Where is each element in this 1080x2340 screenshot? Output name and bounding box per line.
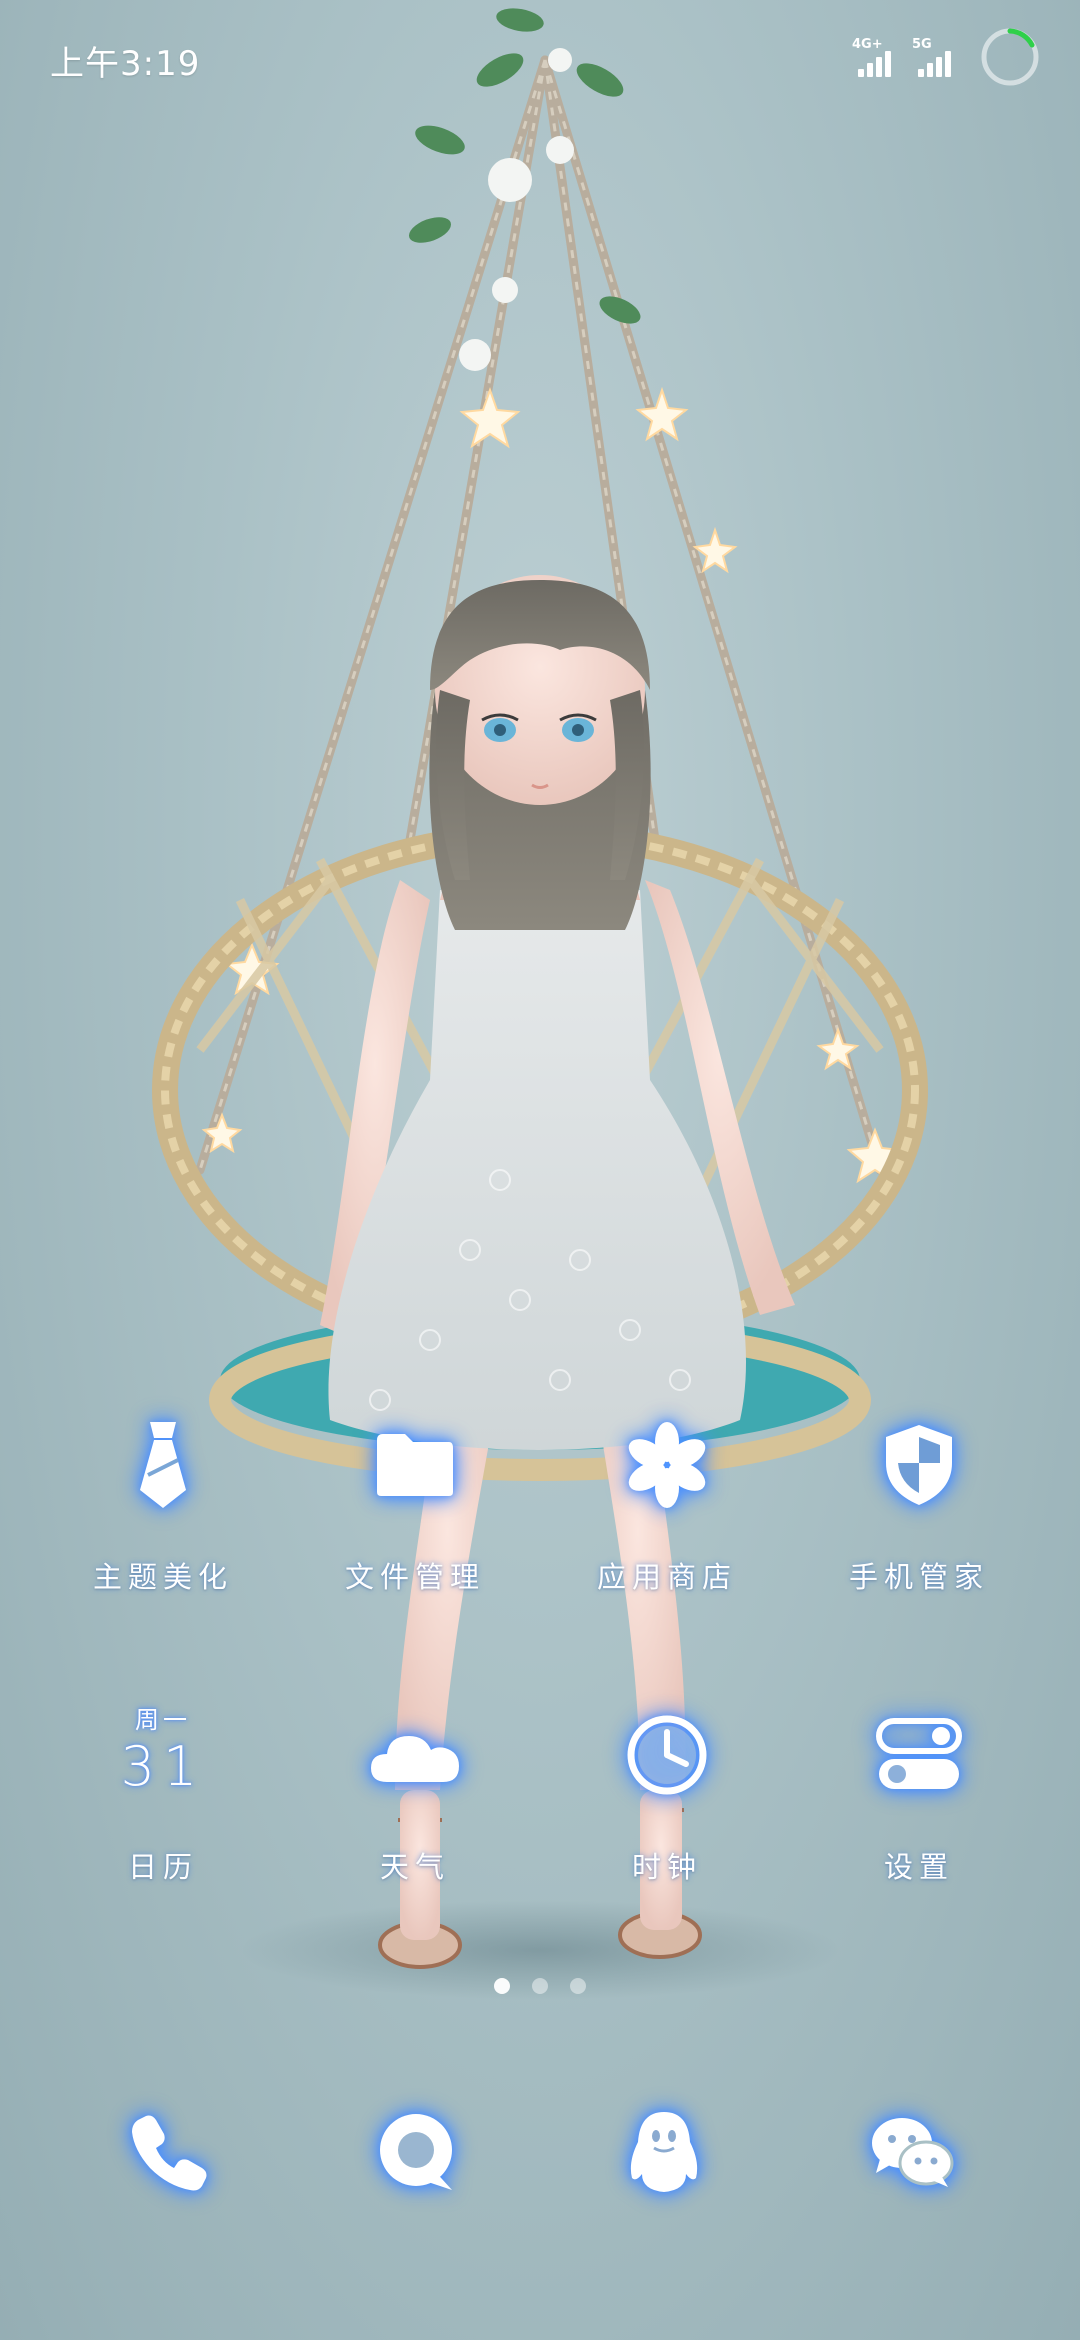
app-label-phone-manager: 手机管家 [848, 1560, 989, 1594]
dock-qq[interactable] [594, 2082, 734, 2222]
shield-icon [864, 1410, 974, 1520]
app-theme[interactable]: 主题美化 [53, 1410, 273, 1596]
app-file-manager[interactable]: 文件管理 [305, 1410, 525, 1596]
app-clock[interactable]: 时钟 [557, 1700, 777, 1886]
app-label-settings: 设置 [883, 1850, 954, 1884]
cloud-icon [360, 1700, 470, 1810]
message-icon [380, 2114, 452, 2190]
calendar-day: 31 [120, 1735, 206, 1798]
app-calendar[interactable]: 周一 31 日历 [53, 1700, 273, 1886]
phone-icon [132, 2115, 207, 2191]
toggles-icon [864, 1700, 974, 1810]
dock-wechat[interactable] [842, 2082, 982, 2222]
wechat-icon [872, 2118, 954, 2187]
network-type-label-2: 5G [912, 37, 932, 52]
app-phone-manager[interactable]: 手机管家 [809, 1410, 1029, 1596]
cellular-signal-icon-2: 5G [912, 37, 958, 77]
penguin-icon [630, 2112, 698, 2192]
calendar-icon: 周一 31 [108, 1700, 218, 1810]
app-label-app-store: 应用商店 [596, 1560, 737, 1594]
status-icons: 4G+ 5G [852, 22, 1040, 92]
battery-ring-icon [981, 28, 1039, 86]
app-label-theme: 主题美化 [92, 1560, 233, 1594]
cellular-signal-icon: 4G+ [852, 37, 898, 77]
status-time: 上午3:19 [50, 44, 201, 84]
necktie-icon [108, 1410, 218, 1520]
page-dot-1[interactable] [494, 1978, 510, 1994]
page-indicator [0, 1978, 1080, 1994]
page-dot-3[interactable] [570, 1978, 586, 1994]
app-label-file-manager: 文件管理 [344, 1560, 485, 1594]
app-label-clock: 时钟 [631, 1850, 702, 1884]
clock-icon [612, 1700, 722, 1810]
app-label-weather: 天气 [379, 1850, 450, 1884]
status-bar: 上午3:19 4G+ 5G [0, 0, 1080, 120]
network-type-label: 4G+ [852, 37, 883, 52]
dock-messages[interactable] [346, 2082, 486, 2222]
calendar-weekday: 周一 [135, 1706, 191, 1734]
folder-icon [360, 1410, 470, 1520]
app-settings[interactable]: 设置 [809, 1700, 1029, 1886]
dock-phone[interactable] [100, 2082, 240, 2222]
app-weather[interactable]: 天气 [305, 1700, 525, 1886]
page-dot-2[interactable] [532, 1978, 548, 1994]
flower-icon [612, 1410, 722, 1520]
app-store[interactable]: 应用商店 [557, 1410, 777, 1596]
app-label-calendar: 日历 [127, 1850, 198, 1884]
